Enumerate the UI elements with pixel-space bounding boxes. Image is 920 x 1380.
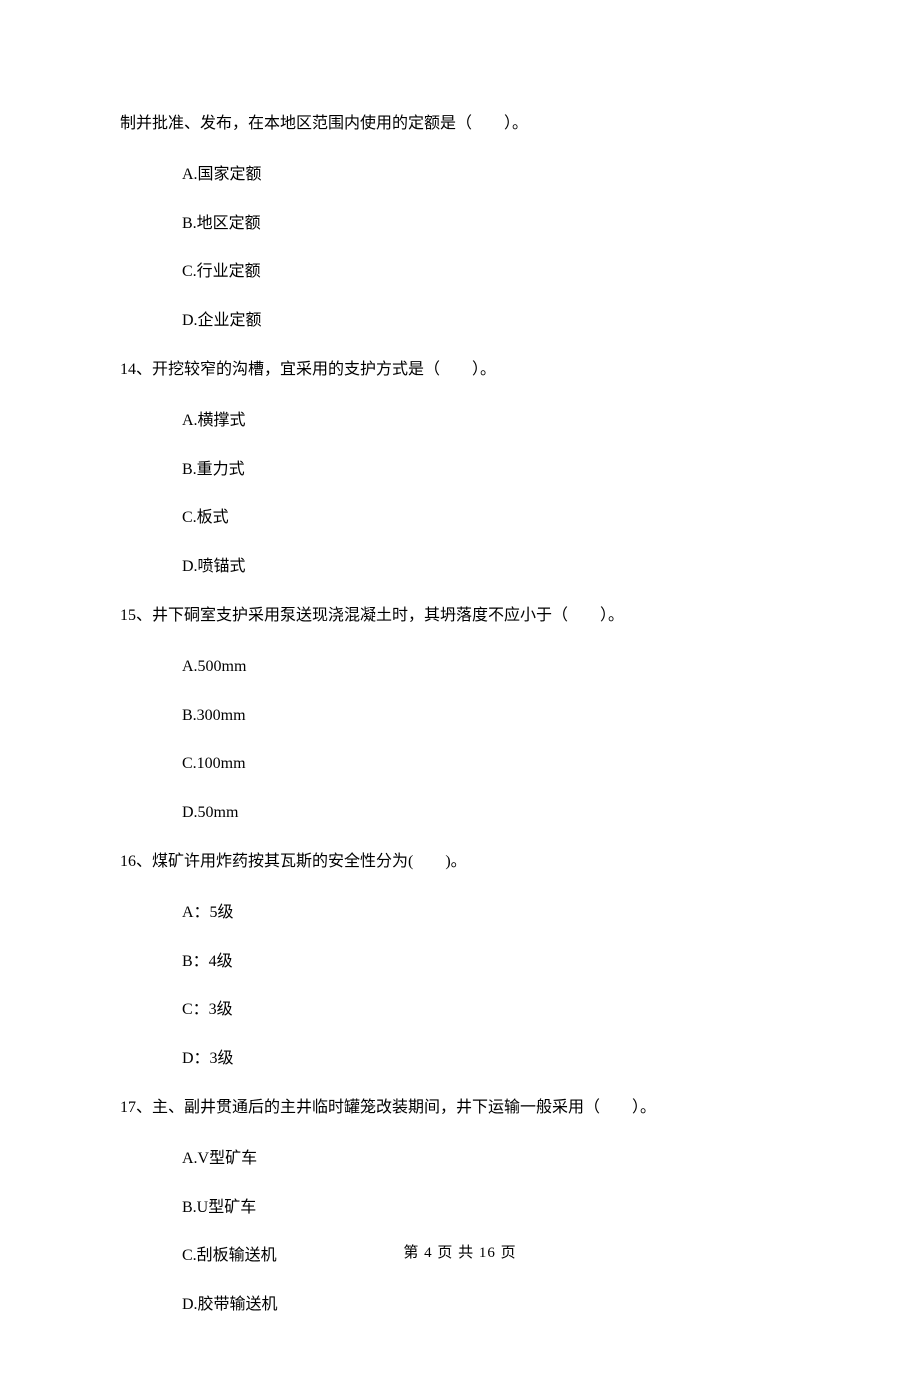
option-item: B.300mm: [182, 702, 800, 731]
option-item: D.企业定额: [182, 307, 800, 336]
option-item: B.地区定额: [182, 210, 800, 239]
option-item: A.国家定额: [182, 161, 800, 190]
question-stem: 15、井下硐室支护采用泵送现浇混凝土时，其坍落度不应小于（ ）。: [120, 602, 800, 631]
option-list: A.横撑式 B.重力式 C.板式 D.喷锚式: [182, 407, 800, 582]
option-item: C.板式: [182, 504, 800, 533]
option-list-leadin: A.国家定额 B.地区定额 C.行业定额 D.企业定额: [182, 161, 800, 336]
option-item: B：4级: [182, 948, 800, 977]
question-stem: 16、煤矿许用炸药按其瓦斯的安全性分为( )。: [120, 848, 800, 877]
question-stem: 14、开挖较窄的沟槽，宜采用的支护方式是（ ）。: [120, 356, 800, 385]
option-item: D.胶带输送机: [182, 1291, 800, 1320]
option-item: C.100mm: [182, 750, 800, 779]
option-list: A.500mm B.300mm C.100mm D.50mm: [182, 653, 800, 828]
option-item: A：5级: [182, 899, 800, 928]
option-item: A.横撑式: [182, 407, 800, 436]
option-item: A.V型矿车: [182, 1145, 800, 1174]
question-stem-leadin: 制并批准、发布，在本地区范围内使用的定额是（ ）。: [120, 110, 800, 139]
option-item: A.500mm: [182, 653, 800, 682]
option-item: D.50mm: [182, 799, 800, 828]
option-item: C：3级: [182, 996, 800, 1025]
option-item: C.行业定额: [182, 258, 800, 287]
option-list: A.V型矿车 B.U型矿车 C.刮板输送机 D.胶带输送机: [182, 1145, 800, 1320]
page-footer: 第 4 页 共 16 页: [0, 1241, 920, 1262]
option-item: D.喷锚式: [182, 553, 800, 582]
option-item: D：3级: [182, 1045, 800, 1074]
document-page: 制并批准、发布，在本地区范围内使用的定额是（ ）。 A.国家定额 B.地区定额 …: [0, 0, 920, 1380]
option-list: A：5级 B：4级 C：3级 D：3级: [182, 899, 800, 1074]
option-item: B.重力式: [182, 456, 800, 485]
option-item: B.U型矿车: [182, 1194, 800, 1223]
question-stem: 17、主、副井贯通后的主井临时罐笼改装期间，井下运输一般采用（ ）。: [120, 1094, 800, 1123]
